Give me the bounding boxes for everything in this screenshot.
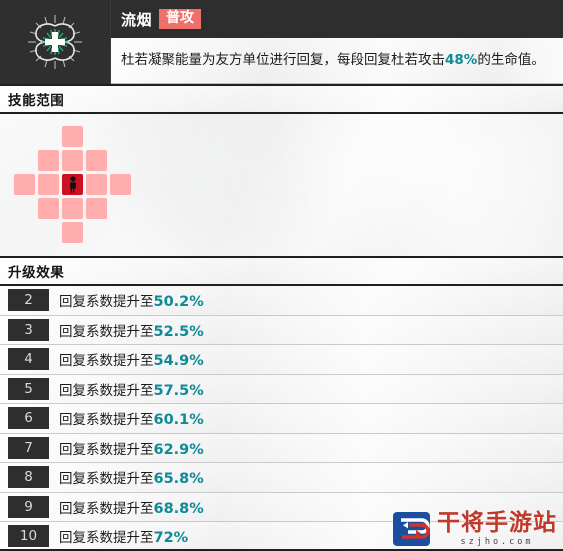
upgrade-value: 62.9%	[153, 441, 204, 458]
skill-type-tag: 普攻	[159, 9, 202, 29]
description-part-1: 杜若凝聚能量为友方单位进行回复，每段回复杜若攻击	[121, 52, 445, 69]
upgrade-label: 回复系数提升至	[59, 294, 154, 311]
skill-range-grid	[14, 126, 131, 243]
upgrade-value: 68.8%	[153, 500, 204, 517]
upgrade-description: 回复系数提升至72%	[59, 526, 188, 546]
upgrade-description: 回复系数提升至60.1%	[59, 408, 204, 428]
upgrade-row: 6 回复系数提升至60.1%	[0, 404, 563, 434]
range-cell-empty	[14, 150, 35, 171]
upgrade-row: 7 回复系数提升至62.9%	[0, 433, 563, 463]
site-watermark: 干将手游站 szjho.com	[393, 511, 557, 547]
range-cell-active	[86, 150, 107, 171]
upgrade-level-badge: 4	[8, 348, 49, 371]
range-cell-empty	[110, 150, 131, 171]
section-header-skill-range: 技能范围	[0, 84, 563, 114]
range-cell-self	[62, 174, 83, 195]
upgrade-level-badge: 7	[8, 436, 49, 459]
section-header-upgrade-effects: 升级效果	[0, 256, 563, 286]
skill-detail-page: 流烟 普攻 杜若凝聚能量为友方单位进行回复，每段回复杜若攻击48%的生命值。 技…	[0, 0, 563, 551]
upgrade-value: 60.1%	[153, 412, 204, 429]
range-cell-empty	[86, 222, 107, 243]
upgrade-description: 回复系数提升至50.2%	[59, 290, 204, 310]
upgrade-label: 回复系数提升至	[59, 382, 154, 399]
range-cell-active	[38, 174, 59, 195]
self-unit-figure-icon	[69, 176, 76, 193]
range-cell-active	[86, 198, 107, 219]
range-cell-empty	[14, 198, 35, 219]
upgrade-description: 回复系数提升至52.5%	[59, 320, 204, 340]
section-title-skill-range: 技能范围	[8, 93, 65, 109]
upgrade-label: 回复系数提升至	[59, 412, 154, 429]
upgrade-row: 4 回复系数提升至54.9%	[0, 345, 563, 375]
range-cell-empty	[86, 126, 107, 147]
section-title-upgrade-effects: 升级效果	[8, 265, 65, 281]
range-cell-active	[38, 198, 59, 219]
upgrade-level-badge: 8	[8, 466, 49, 489]
skill-icon-container	[0, 0, 111, 84]
skill-title-row: 流烟 普攻	[111, 0, 563, 38]
upgrade-description: 回复系数提升至54.9%	[59, 349, 204, 369]
upgrade-level-badge: 3	[8, 318, 49, 341]
upgrade-value: 65.8%	[153, 471, 204, 488]
upgrade-level-badge: 9	[8, 495, 49, 518]
range-cell-active	[86, 174, 107, 195]
range-cell-active	[62, 150, 83, 171]
upgrade-value: 52.5%	[153, 323, 204, 340]
range-cell-active	[62, 198, 83, 219]
upgrade-label: 回复系数提升至	[59, 353, 154, 370]
upgrade-label: 回复系数提升至	[59, 500, 154, 517]
upgrade-description: 回复系数提升至57.5%	[59, 379, 204, 399]
upgrade-level-badge: 10	[8, 525, 49, 548]
range-cell-empty	[14, 126, 35, 147]
upgrade-value: 50.2%	[153, 294, 204, 311]
watermark-text: 干将手游站 szjho.com	[437, 509, 557, 547]
upgrade-value: 72%	[153, 530, 189, 547]
upgrade-row: 5 回复系数提升至57.5%	[0, 374, 563, 404]
range-cell-empty	[38, 222, 59, 243]
upgrade-row: 2 回复系数提升至50.2%	[0, 286, 563, 316]
upgrade-description: 回复系数提升至62.9%	[59, 438, 204, 458]
upgrade-label: 回复系数提升至	[59, 323, 154, 340]
description-part-2: 的生命值。	[477, 52, 545, 69]
gan-jiang-logo-icon	[393, 511, 431, 547]
upgrade-row: 3 回复系数提升至52.5%	[0, 315, 563, 345]
range-cell-active	[62, 126, 83, 147]
skill-description-row: 杜若凝聚能量为友方单位进行回复，每段回复杜若攻击48%的生命值。	[111, 38, 563, 84]
upgrade-row: 8 回复系数提升至65.8%	[0, 463, 563, 493]
skill-header-text-area: 流烟 普攻 杜若凝聚能量为友方单位进行回复，每段回复杜若攻击48%的生命值。	[111, 0, 563, 84]
range-cell-empty	[110, 198, 131, 219]
range-cell-empty	[38, 126, 59, 147]
upgrade-value: 54.9%	[153, 353, 204, 370]
upgrade-label: 回复系数提升至	[59, 530, 154, 547]
range-cell-empty	[110, 126, 131, 147]
range-cell-empty	[110, 222, 131, 243]
description-highlight-value: 48%	[445, 52, 478, 69]
range-cell-active	[110, 174, 131, 195]
upgrade-description: 回复系数提升至65.8%	[59, 467, 204, 487]
skill-header: 流烟 普攻 杜若凝聚能量为友方单位进行回复，每段回复杜若攻击48%的生命值。	[0, 0, 563, 84]
skill-range-panel	[0, 114, 563, 256]
range-cell-active	[14, 174, 35, 195]
upgrade-level-badge: 2	[8, 289, 49, 312]
skill-description: 杜若凝聚能量为友方单位进行回复，每段回复杜若攻击48%的生命值。	[121, 51, 545, 70]
range-cell-active	[62, 222, 83, 243]
upgrade-level-badge: 5	[8, 377, 49, 400]
watermark-site-name: 干将手游站	[437, 509, 557, 536]
range-cell-empty	[14, 222, 35, 243]
upgrade-level-badge: 6	[8, 407, 49, 430]
range-cell-active	[38, 150, 59, 171]
healing-cross-icon	[22, 9, 88, 75]
upgrade-description: 回复系数提升至68.8%	[59, 497, 204, 517]
upgrade-label: 回复系数提升至	[59, 441, 154, 458]
skill-name: 流烟	[121, 10, 153, 29]
upgrade-value: 57.5%	[153, 382, 204, 399]
watermark-site-url: szjho.com	[460, 536, 534, 547]
upgrade-label: 回复系数提升至	[59, 471, 154, 488]
